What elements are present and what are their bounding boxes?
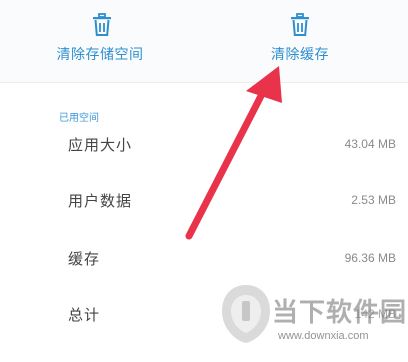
trash-icon (291, 13, 309, 36)
watermark-brand: 当下软件园 (272, 298, 408, 328)
row-label: 缓存 (68, 250, 101, 268)
row-value: 2.53 MB (351, 193, 396, 207)
row-value: 96.36 MB (344, 251, 396, 265)
watermark-logo-icon (222, 285, 270, 343)
action-bar: 清除存储空间 清除缓存 (0, 0, 408, 83)
row-label: 用户数据 (68, 192, 133, 210)
clear-storage-button[interactable]: 清除存储空间 (0, 0, 204, 82)
watermark-url: www.downxia.com (278, 330, 369, 342)
section-title-used-space: 已用空间 (59, 113, 99, 124)
row-value: 43.04 MB (344, 137, 396, 151)
row-cache: 缓存 96.36 MB (0, 238, 408, 278)
clear-cache-label: 清除缓存 (271, 47, 329, 63)
row-label: 应用大小 (68, 136, 133, 154)
row-user-data: 用户数据 2.53 MB (0, 180, 408, 220)
row-label: 总计 (68, 306, 101, 324)
clear-storage-label: 清除存储空间 (56, 47, 144, 63)
row-app-size: 应用大小 43.04 MB (0, 124, 408, 164)
trash-icon (93, 13, 111, 36)
clear-cache-button[interactable]: 清除缓存 (204, 0, 408, 82)
